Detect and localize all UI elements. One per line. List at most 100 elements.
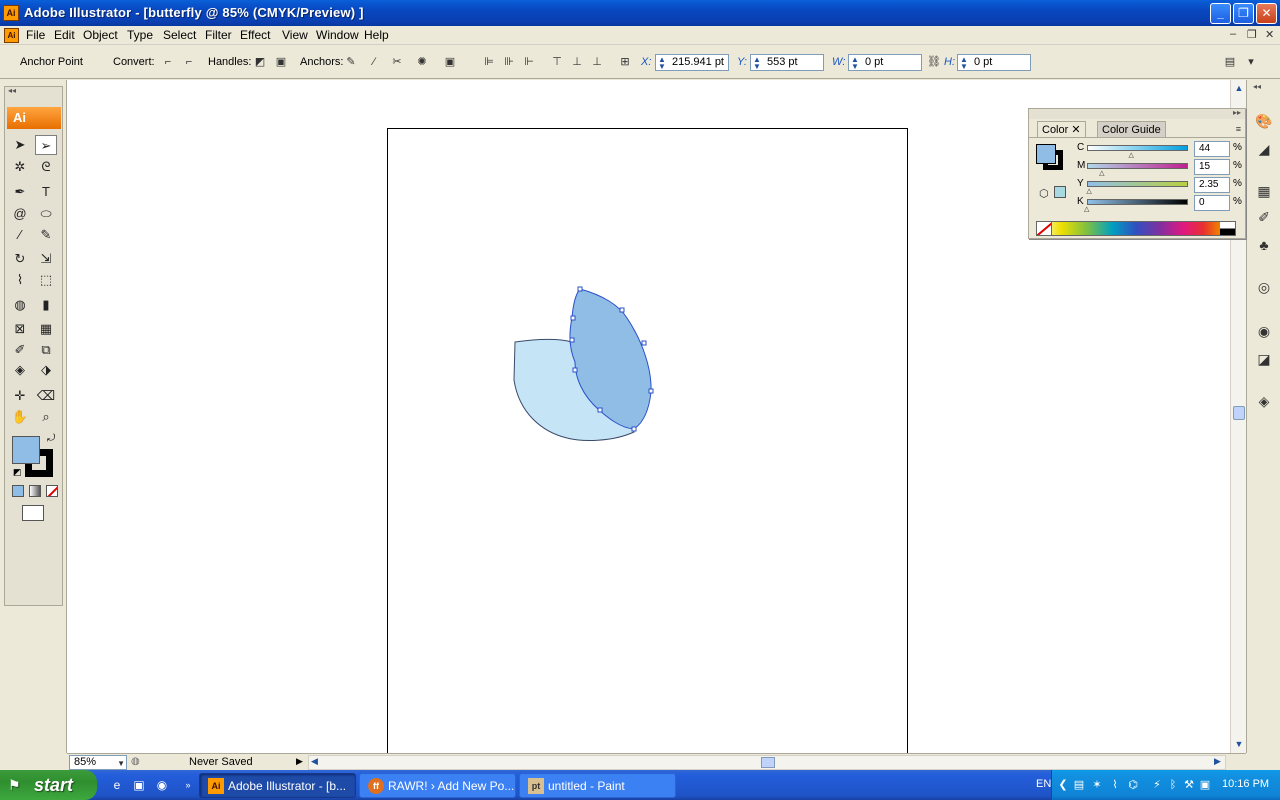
menu-type[interactable]: Type [127, 28, 153, 42]
yellow-slider[interactable] [1087, 181, 1188, 187]
gradient-mode-icon[interactable] [29, 485, 41, 497]
h-spinner-icon[interactable]: ▲ ▼ [960, 56, 968, 71]
task-paint[interactable]: pt untitled - Paint [519, 773, 676, 798]
magic-wand-tool-icon[interactable]: ✲ [9, 157, 31, 177]
remove-anchor-icon[interactable]: ✎ [343, 54, 359, 70]
anchor-point-4[interactable] [631, 426, 637, 432]
hand-tool-icon[interactable]: ✋ [9, 407, 31, 427]
tab-close-icon[interactable]: ✕ [1071, 124, 1080, 136]
tray-expand-icon[interactable]: ❮ [1056, 777, 1070, 793]
cut-path-icon[interactable]: ✂ [389, 54, 405, 70]
direct-selection-tool-icon[interactable]: ➢ [35, 135, 57, 155]
menu-help[interactable]: Help [364, 28, 389, 42]
color-mode-icon[interactable] [12, 485, 24, 497]
anchor-point-8[interactable] [570, 315, 576, 321]
show-handles-icon[interactable]: ◩ [252, 54, 268, 70]
layers-panel-icon[interactable]: ◈ [1253, 390, 1275, 412]
app-quicklaunch-icon[interactable]: ▣ [131, 777, 147, 793]
x-field[interactable]: ▲ ▼ 215.941 pt [655, 54, 729, 71]
convert-to-smooth-icon[interactable]: ⌐ [181, 54, 197, 70]
clock[interactable]: 10:16 PM [1222, 778, 1269, 790]
task-illustrator[interactable]: Ai Adobe Illustrator - [b... [199, 773, 356, 798]
x-spinner-icon[interactable]: ▲ ▼ [658, 56, 666, 71]
constrain-proportions-icon[interactable]: ⛓ [926, 54, 942, 70]
panel-collapse-icon[interactable]: ◂◂ [5, 87, 62, 97]
transparency-panel-icon[interactable]: ◪ [1253, 348, 1275, 370]
tab-color[interactable]: Color ✕ [1037, 121, 1086, 137]
scroll-up-icon[interactable]: ▲ [1232, 81, 1246, 95]
fill-color-swatch[interactable] [12, 436, 40, 464]
scroll-down-icon[interactable]: ▼ [1232, 737, 1246, 751]
anchor-point-7[interactable] [569, 337, 575, 343]
scale-tool-icon[interactable]: ⇲ [35, 249, 57, 269]
tray-app-icon[interactable]: ▣ [1198, 777, 1212, 793]
black-slider-handle-icon[interactable]: △ [1084, 205, 1089, 213]
black-white-swatch[interactable] [1220, 222, 1235, 235]
paintbrush-tool-icon[interactable]: ⁄ [9, 225, 31, 245]
closest-color-swatch[interactable] [1054, 186, 1066, 198]
align-center-icon[interactable]: ⊪ [501, 54, 517, 70]
panel-grip-icon[interactable]: ▸▸ [1029, 109, 1245, 119]
eyedropper-tool-icon[interactable]: ✐ [9, 340, 31, 360]
mesh-tool-icon[interactable]: ⊠ [9, 319, 31, 339]
menu-effect[interactable]: Effect [240, 28, 270, 42]
ellipse-tool-icon[interactable]: ⬭ [35, 204, 57, 224]
task-firefox[interactable]: ff RAWR! › Add New Po... [359, 773, 516, 798]
out-of-gamut-icon[interactable]: ⬡ [1039, 187, 1049, 200]
w-field[interactable]: ▲ ▼ 0 pt [848, 54, 922, 71]
menu-object[interactable]: Object [83, 28, 118, 42]
ie-quicklaunch-icon[interactable]: e [109, 777, 125, 793]
firefox-quicklaunch-icon[interactable]: ◉ [154, 777, 170, 793]
none-color-swatch[interactable] [1037, 222, 1052, 235]
none-mode-icon[interactable] [46, 485, 58, 497]
y-spinner-icon[interactable]: ▲ ▼ [753, 56, 761, 71]
rotate-tool-icon[interactable]: ↻ [9, 249, 31, 269]
slice-tool-icon[interactable]: ✛ [9, 386, 31, 406]
yellow-slider-handle-icon[interactable]: △ [1086, 187, 1091, 195]
tray-safely-remove-icon[interactable]: ⚡ [1150, 777, 1164, 793]
status-menu-icon[interactable]: ◍ [131, 756, 140, 767]
lasso-tool-icon[interactable]: ᘓ [35, 157, 57, 177]
cyan-slider[interactable] [1087, 145, 1188, 151]
anchor-point-0[interactable] [577, 286, 583, 292]
dock-expand-icon[interactable]: ◂◂ [1253, 82, 1261, 91]
menu-edit[interactable]: Edit [54, 28, 75, 42]
align-left-icon[interactable]: ⊫ [481, 54, 497, 70]
brushes-panel-icon[interactable]: ✐ [1253, 206, 1275, 228]
eraser-tool-icon[interactable]: ⌫ [35, 386, 57, 406]
swatches-panel-icon[interactable]: ▦ [1253, 180, 1275, 202]
reference-point-icon[interactable]: ⊞ [617, 54, 633, 70]
color-spectrum-bar[interactable] [1036, 221, 1236, 236]
pen-tool-icon[interactable]: ✒ [9, 182, 31, 202]
start-button[interactable]: ⚑ start [0, 770, 97, 800]
screen-mode-icon[interactable] [22, 505, 44, 521]
gradient-panel-icon[interactable]: ◢ [1253, 138, 1275, 160]
panel-fill-swatch[interactable] [1036, 144, 1056, 164]
black-slider[interactable] [1087, 199, 1188, 205]
anchor-point-1[interactable] [619, 307, 625, 313]
cyan-value-field[interactable]: 44 [1194, 141, 1230, 157]
default-colors-icon[interactable]: ◩ [13, 467, 22, 478]
anchor-point-3[interactable] [648, 388, 654, 394]
vertical-scroll-thumb[interactable] [1233, 406, 1245, 420]
doc-restore-button[interactable]: ❐ [1247, 28, 1257, 41]
quicklaunch-more-icon[interactable]: » [180, 777, 196, 793]
live-paint-bucket-tool-icon[interactable]: ◈ [9, 360, 31, 380]
minimize-button[interactable]: _ [1210, 3, 1231, 24]
document-icon[interactable]: Ai [4, 28, 19, 43]
spiral-tool-icon[interactable]: @ [9, 204, 31, 224]
symbol-sprayer-tool-icon[interactable]: ◍ [9, 295, 31, 315]
horizontal-scrollbar[interactable]: ◀ ▶ [308, 755, 1226, 770]
live-paint-selection-tool-icon[interactable]: ⬗ [35, 360, 57, 380]
symbols-panel-icon[interactable]: ♣ [1253, 234, 1275, 256]
color-panel-icon[interactable]: 🎨 [1253, 110, 1275, 132]
zoom-dropdown-icon[interactable]: ▼ [117, 757, 125, 770]
magenta-value-field[interactable]: 15 [1194, 159, 1230, 175]
close-button[interactable]: ✕ [1256, 3, 1277, 24]
type-tool-icon[interactable]: T [35, 182, 57, 202]
maximize-button[interactable]: ❐ [1233, 3, 1254, 24]
black-value-field[interactable]: 0 [1194, 195, 1230, 211]
yellow-value-field[interactable]: 2.35 [1194, 177, 1230, 193]
zoom-tool-icon[interactable]: ⌕ [35, 407, 57, 427]
language-indicator[interactable]: EN [1036, 778, 1051, 790]
